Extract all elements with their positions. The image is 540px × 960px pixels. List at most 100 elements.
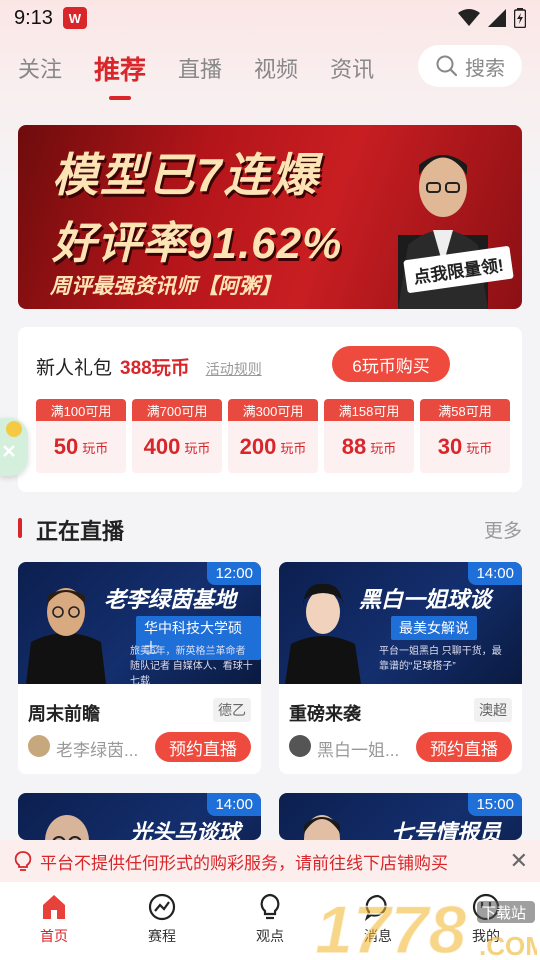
host-name[interactable]: 黑白一姐...: [317, 736, 399, 761]
sun-icon: [6, 421, 22, 437]
tab-live[interactable]: 直播: [178, 52, 222, 84]
host-photo: [304, 815, 340, 840]
live-time-badge: 12:00: [207, 562, 261, 585]
coupon-unit: 玩币: [370, 440, 397, 456]
live-card[interactable]: 老李绿茵基地 华中科技大学硕士 旅美6年，新英格兰革命者随队记者 自媒体人、看球…: [18, 562, 261, 774]
live-time-badge: 15:00: [468, 793, 522, 816]
trend-icon: [148, 893, 176, 921]
avatar[interactable]: [289, 735, 311, 757]
live-card[interactable]: 黑白一姐球谈 最美女解说 平台一姐黑白 只聊干货，最靠谱的“足球搭子” 14:0…: [279, 562, 522, 774]
banner-subheadline: 好评率91.62%: [52, 219, 343, 268]
search-button[interactable]: 搜索: [418, 45, 522, 87]
coupon-threshold: 满300可用: [228, 399, 318, 421]
nav-label: 赛程: [148, 928, 176, 944]
live-thumbnail[interactable]: 黑白一姐球谈 最美女解说 平台一姐黑白 只聊干货，最靠谱的“足球搭子” 14:0…: [279, 562, 522, 684]
coupon-value: 400: [143, 434, 181, 459]
nav-home[interactable]: 首页: [0, 882, 108, 960]
close-icon[interactable]: ✕: [510, 848, 528, 874]
league-tag: 德乙: [213, 698, 251, 722]
watermark-sub: 下载站: [481, 905, 526, 922]
host-name[interactable]: 老李绿茵...: [56, 736, 138, 761]
thumbnail-title: 黑白一姐球谈: [359, 587, 492, 612]
live-card[interactable]: 七号情报员 15:00: [279, 793, 522, 840]
promo-banner[interactable]: 模型已7连爆 好评率91.62% 周评最强资讯师【阿粥】 点我限量领!: [18, 125, 522, 309]
coupon-value: 30: [437, 434, 463, 459]
nav-opinion[interactable]: 观点: [216, 882, 324, 960]
host-photo: [45, 815, 89, 840]
close-icon[interactable]: [2, 444, 16, 458]
thumbnail-title: 老李绿茵基地: [104, 587, 237, 612]
thumbnail-title: 七号情报员: [391, 820, 502, 840]
coupon-value: 200: [239, 434, 277, 459]
live-section-header: 正在直播 更多: [18, 514, 522, 544]
site-watermark: 1778 下载站 .COM: [315, 895, 537, 960]
live-title: 周末前瞻: [28, 704, 100, 724]
coupon-item[interactable]: 满58可用 30 玩币: [420, 399, 510, 473]
host-photo: [285, 583, 361, 684]
avatar[interactable]: [28, 735, 50, 757]
coupon-value: 88: [341, 434, 367, 459]
coupon-item[interactable]: 满300可用 200 玩币: [228, 399, 318, 473]
thumbnail-desc: 旅美6年，新英格兰革命者随队记者 自媒体人、看球十七载: [130, 646, 253, 687]
coupon-item[interactable]: 满700可用 400 玩币: [132, 399, 222, 473]
search-label: 搜索: [465, 57, 505, 80]
section-accent-bar: [18, 518, 22, 538]
nav-schedule[interactable]: 赛程: [108, 882, 216, 960]
banner-headline: 模型已7连爆: [52, 149, 320, 201]
live-thumbnail[interactable]: 七号情报员 15:00: [279, 793, 522, 840]
coupon-item[interactable]: 满100可用 50 玩币: [36, 399, 126, 473]
live-time-badge: 14:00: [468, 562, 522, 585]
live-title: 重磅来袭: [289, 704, 361, 724]
signal-icon: [488, 9, 506, 27]
buy-gift-button[interactable]: 6玩币购买: [332, 346, 450, 382]
tab-recommend[interactable]: 推荐: [94, 50, 146, 100]
gift-title: 新人礼包: [36, 358, 113, 379]
coupon-unit: 玩币: [280, 440, 307, 456]
search-icon: [436, 55, 458, 77]
book-live-button[interactable]: 预约直播: [155, 732, 251, 762]
coupon-threshold: 满158可用: [324, 399, 414, 421]
live-card[interactable]: 光头马谈球 14:00: [18, 793, 261, 840]
tab-video[interactable]: 视频: [254, 52, 298, 84]
coupon-unit: 玩币: [82, 440, 109, 456]
more-link[interactable]: 更多: [484, 516, 522, 543]
activity-rules-link[interactable]: 活动规则: [206, 359, 262, 379]
status-bar: 9:13 W: [0, 0, 540, 36]
tab-follow[interactable]: 关注: [18, 52, 62, 84]
thumbnail-desc: 平台一姐黑白 只聊干货，最靠谱的“足球搭子”: [379, 646, 502, 672]
nav-label: 首页: [40, 928, 68, 944]
coupon-unit: 玩币: [466, 440, 493, 456]
wifi-icon: [458, 9, 480, 26]
battery-icon: [514, 8, 526, 28]
gift-amount: 388玩币: [120, 358, 190, 379]
status-time: 9:13: [14, 6, 53, 29]
thumbnail-badge: 最美女解说: [391, 616, 477, 640]
lightbulb-icon: [260, 893, 280, 920]
thumbnail-title: 光头马谈球: [130, 820, 241, 840]
new-user-gift-card: 新人礼包 388玩币 活动规则 6玩币购买 满100可用 50 玩币 满700可用 4…: [18, 327, 522, 492]
live-thumbnail[interactable]: 老李绿茵基地 华中科技大学硕士 旅美6年，新英格兰革命者随队记者 自媒体人、看球…: [18, 562, 261, 687]
coupon-list: 满100可用 50 玩币 满700可用 400 玩币 满300可用 200 玩币 满158可…: [36, 399, 510, 473]
coupon-unit: 玩币: [184, 440, 211, 456]
host-photo: [26, 588, 106, 684]
watermark-suffix: .COM: [479, 931, 537, 960]
section-title: 正在直播: [36, 519, 125, 544]
coupon-threshold: 满700可用: [132, 399, 222, 421]
league-tag: 澳超: [474, 698, 512, 722]
banner-tagline: 周评最强资讯师【阿粥】: [50, 275, 281, 298]
home-icon: [43, 895, 65, 919]
book-live-button[interactable]: 预约直播: [416, 732, 512, 762]
coupon-value: 50: [53, 434, 79, 459]
lightbulb-icon: [14, 851, 32, 871]
live-time-badge: 14:00: [207, 793, 261, 816]
floating-activity-widget[interactable]: [0, 418, 28, 476]
gift-header: 新人礼包 388玩币 活动规则: [36, 353, 262, 380]
disclaimer-banner: 平台不提供任何形式的购彩服务，请前往线下店铺购买 ✕: [0, 840, 540, 882]
app-notification-icon: W: [62, 7, 87, 29]
coupon-threshold: 满58可用: [420, 399, 510, 421]
coupon-item[interactable]: 满158可用 88 玩币: [324, 399, 414, 473]
coupon-threshold: 满100可用: [36, 399, 126, 421]
live-thumbnail[interactable]: 光头马谈球 14:00: [18, 793, 261, 840]
tab-news[interactable]: 资讯: [330, 52, 374, 84]
disclaimer-text: 平台不提供任何形式的购彩服务，请前往线下店铺购买: [40, 853, 448, 873]
